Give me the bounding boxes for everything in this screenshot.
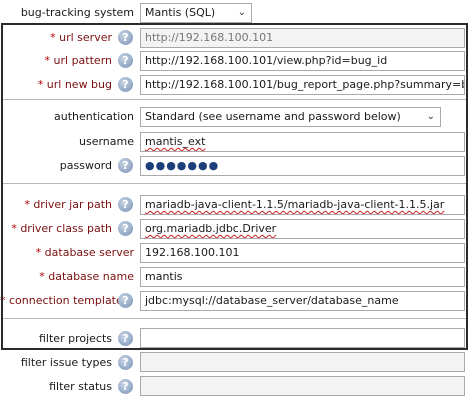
filter-issue-types-label: filter issue types (20, 356, 112, 369)
filter-projects-label: filter projects (39, 332, 112, 345)
url-server-label: * url server (50, 31, 112, 44)
filter-projects-input[interactable] (140, 328, 465, 348)
connection-template-label: * connection template (0, 294, 123, 307)
driver-class-path-value: org.mariadb.jdbc.Driver (145, 222, 277, 235)
section-divider (3, 99, 467, 100)
password-help-icon[interactable]: ? (118, 158, 133, 173)
username-input[interactable]: mantis_ext (140, 132, 465, 152)
filter-status-label: filter status (49, 380, 112, 393)
bug-tracking-system-label: bug-tracking system (20, 6, 134, 19)
password-value: ●●●●●●● (145, 159, 220, 172)
driver-jar-path-value: mariadb-java-client-1.1.5/mariadb-java-c… (145, 198, 445, 211)
database-server-input[interactable]: 192.168.100.101 (140, 243, 465, 263)
bug-tracking-system-value: Mantis (SQL) (145, 6, 216, 19)
url-pattern-input[interactable]: http://192.168.100.101/view.php?id=bug_i… (140, 51, 465, 71)
filter-status-help-icon[interactable]: ? (118, 379, 133, 394)
chevron-down-icon: ⌄ (237, 7, 246, 18)
section-divider (3, 183, 467, 184)
database-name-label: * database name (39, 270, 134, 283)
connection-template-input[interactable]: jdbc:mysql://database_server/database_na… (140, 291, 465, 311)
authentication-value: Standard (see username and password belo… (145, 110, 401, 123)
driver-class-path-help-icon[interactable]: ? (118, 221, 133, 236)
database-server-label: * database server (35, 246, 134, 259)
url-new-bug-input[interactable]: http://192.168.100.101/bug_report_page.p… (140, 75, 465, 95)
filter-issue-types-input[interactable] (140, 352, 465, 372)
bug-tracking-system-select[interactable]: Mantis (SQL) ⌄ (140, 3, 252, 23)
filter-status-input[interactable] (140, 376, 465, 396)
password-input[interactable]: ●●●●●●● (140, 156, 465, 176)
driver-jar-path-help-icon[interactable]: ? (118, 197, 133, 212)
driver-jar-path-input[interactable]: mariadb-java-client-1.1.5/mariadb-java-c… (140, 195, 465, 215)
url-pattern-label: * url pattern (44, 54, 112, 67)
password-label: password (59, 159, 112, 172)
section-divider (3, 318, 467, 319)
connection-template-help-icon[interactable]: ? (118, 293, 133, 308)
url-server-input[interactable]: http://192.168.100.101 (140, 28, 465, 48)
username-label: username (79, 135, 134, 148)
url-new-bug-help-icon[interactable]: ? (118, 77, 133, 92)
filter-projects-help-icon[interactable]: ? (118, 331, 133, 346)
authentication-select[interactable]: Standard (see username and password belo… (140, 107, 441, 127)
driver-class-path-label: * driver class path (11, 222, 112, 235)
bug-tracking-settings-form: bug-tracking system Mantis (SQL) ⌄ * url… (0, 0, 470, 400)
database-name-input[interactable]: mantis (140, 267, 465, 287)
url-new-bug-label: * url new bug (37, 78, 112, 91)
driver-jar-path-label: * driver jar path (24, 198, 112, 211)
url-server-help-icon[interactable]: ? (118, 30, 133, 45)
chevron-down-icon: ⌄ (426, 111, 435, 122)
driver-class-path-input[interactable]: org.mariadb.jdbc.Driver (140, 219, 465, 239)
authentication-label: authentication (54, 110, 134, 123)
url-pattern-help-icon[interactable]: ? (118, 53, 133, 68)
filter-issue-types-help-icon[interactable]: ? (118, 355, 133, 370)
username-value: mantis_ext (145, 135, 206, 148)
